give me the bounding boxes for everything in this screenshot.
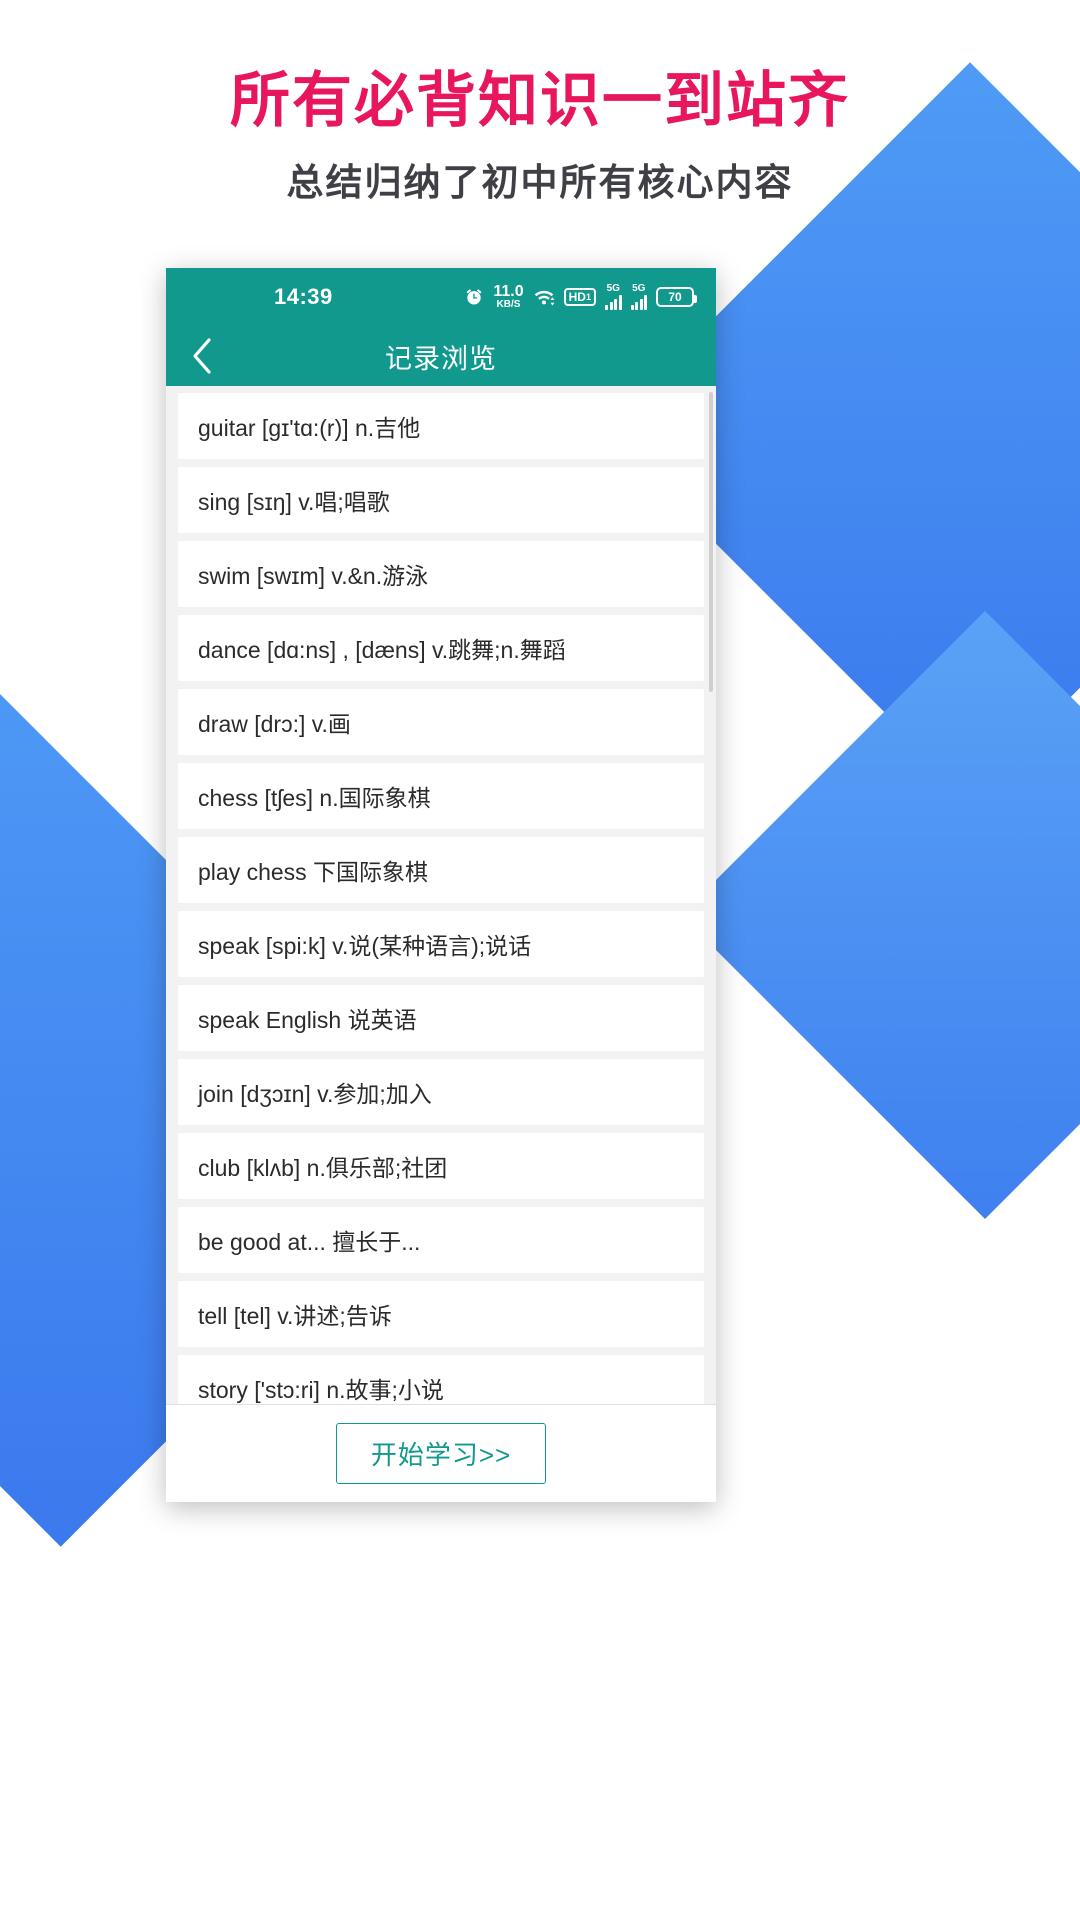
list-item[interactable]: speak [spi:k] v.说(某种语言);说话 (178, 911, 704, 977)
footer-bar: 开始学习>> (166, 1404, 716, 1502)
back-button[interactable] (166, 326, 236, 386)
network-speed-unit: KB/S (496, 299, 521, 310)
promo-headline: 所有必背知识一到站齐 (230, 67, 850, 134)
status-icon-group: 11.0 KB/S HD 1 5G 5G 70 (464, 282, 697, 311)
network-speed-value: 11.0 (493, 283, 524, 300)
hd-voice-icon: HD 1 (563, 288, 596, 306)
app-bar: 记录浏览 (166, 326, 716, 386)
promo-subhead: 总结归纳了初中所有核心内容 (286, 162, 794, 203)
network-speed-indicator: 11.0 KB/S (493, 284, 523, 310)
list-item[interactable]: chess [tʃes] n.国际象棋 (178, 763, 704, 829)
alarm-clock-icon (464, 287, 484, 307)
list-item[interactable]: story ['stɔ:ri] n.故事;小说 (178, 1355, 704, 1404)
hd-sub: 1 (585, 291, 591, 302)
sim2-network-label: 5G (632, 282, 646, 294)
promo-page: 所有必背知识一到站齐 总结归纳了初中所有核心内容 14:39 11.0 KB/S… (0, 0, 1080, 1920)
sim1-signal-icon: 5G (605, 282, 622, 311)
sim2-signal-icon: 5G (630, 282, 647, 311)
list-item[interactable]: swim [swɪm] v.&n.游泳 (178, 541, 704, 607)
list-scrollbar[interactable] (709, 392, 713, 692)
hd-label: HD (568, 290, 586, 304)
status-bar: 14:39 11.0 KB/S HD 1 5G 5G 70 (166, 268, 716, 326)
sim1-bars (605, 294, 622, 310)
sim1-network-label: 5G (606, 282, 620, 294)
battery-icon: 70 (656, 287, 697, 307)
phone-mockup: 14:39 11.0 KB/S HD 1 5G 5G 70 记录浏览 guita… (166, 268, 716, 1502)
list-item[interactable]: tell [tel] v.讲述;告诉 (178, 1281, 704, 1347)
list-item[interactable]: guitar [gɪ'tɑ:(r)] n.吉他 (178, 393, 704, 459)
list-item[interactable]: join [dʒɔɪn] v.参加;加入 (178, 1059, 704, 1125)
start-learning-button[interactable]: 开始学习>> (335, 1423, 547, 1484)
list-item[interactable]: play chess 下国际象棋 (178, 837, 704, 903)
chevron-left-icon (193, 338, 211, 374)
list-item[interactable]: draw [drɔ:] v.画 (178, 689, 704, 755)
list-item[interactable]: sing [sɪŋ] v.唱;唱歌 (178, 467, 704, 533)
list-item[interactable]: dance [dɑ:ns] , [dæns] v.跳舞;n.舞蹈 (178, 615, 704, 681)
sim2-bars (630, 294, 647, 310)
page-title: 记录浏览 (385, 343, 497, 374)
wifi-icon (533, 288, 555, 306)
list-item[interactable]: club [klʌb] n.俱乐部;社团 (178, 1133, 704, 1199)
battery-level: 70 (668, 290, 682, 304)
word-list[interactable]: guitar [gɪ'tɑ:(r)] n.吉他 sing [sɪŋ] v.唱;唱… (166, 386, 716, 1404)
list-item[interactable]: speak English 说英语 (178, 985, 704, 1051)
list-item[interactable]: be good at... 擅长于... (178, 1207, 704, 1273)
status-time: 14:39 (274, 284, 333, 309)
